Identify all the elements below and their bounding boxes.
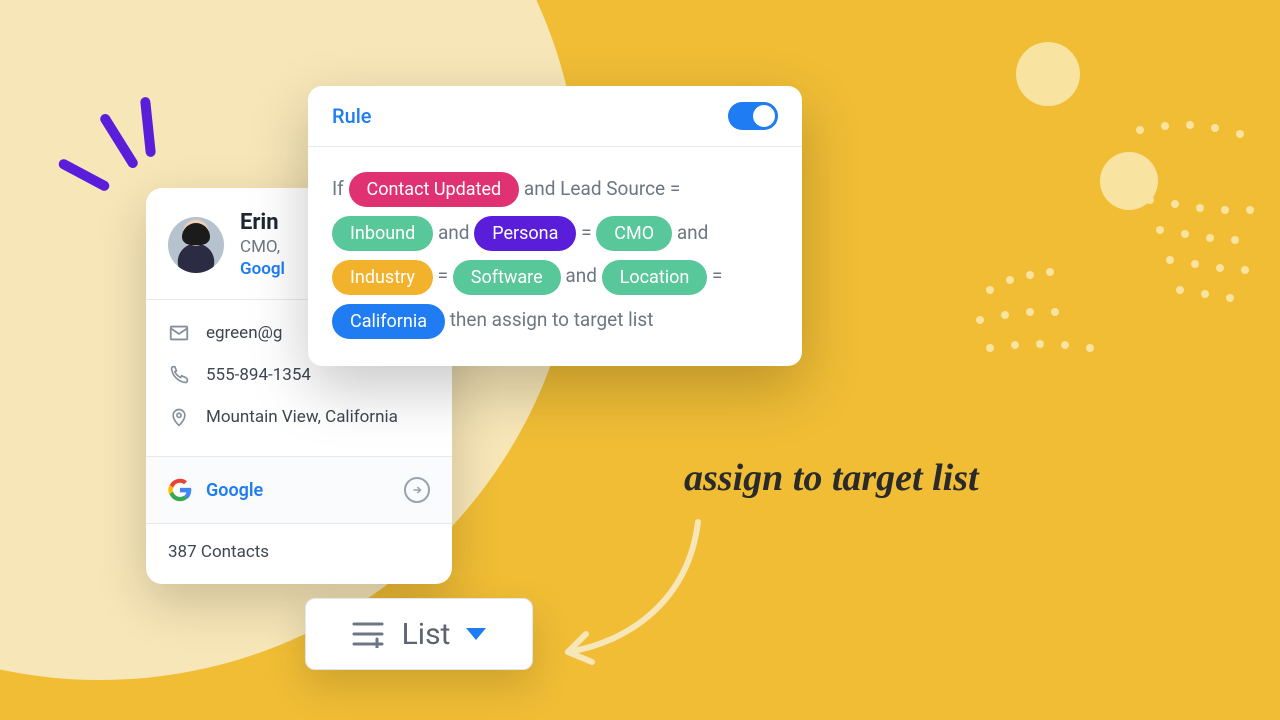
rule-token-if: If	[332, 177, 344, 200]
avatar	[168, 217, 224, 273]
rule-toggle[interactable]	[728, 102, 778, 130]
list-add-icon	[352, 620, 386, 648]
mail-icon	[168, 322, 190, 344]
contact-company-link[interactable]: Googl	[240, 259, 285, 279]
rule-token-eq: =	[670, 177, 680, 200]
rule-token-eq: =	[438, 264, 448, 287]
bg-dots	[950, 90, 1270, 390]
rule-title: Rule	[332, 104, 372, 128]
rule-token-and: and	[677, 221, 709, 244]
location-value: Mountain View, California	[206, 407, 398, 427]
hand-arrow-icon	[548, 512, 728, 682]
rule-token-eq: =	[712, 264, 722, 287]
chip-software[interactable]: Software	[453, 260, 561, 295]
chevron-down-icon	[466, 628, 486, 640]
phone-icon	[168, 364, 190, 386]
handwriting-label: assign to target list	[684, 456, 979, 500]
google-logo-icon	[168, 478, 192, 502]
chip-california[interactable]: California	[332, 304, 445, 339]
chip-inbound[interactable]: Inbound	[332, 216, 433, 251]
chip-contact-updated[interactable]: Contact Updated	[349, 172, 520, 207]
list-label: List	[402, 617, 451, 652]
stage: Erin CMO, Googl egreen@g 555-894-1354	[0, 0, 1280, 720]
company-row[interactable]: Google	[146, 457, 452, 524]
rule-token-and: and	[565, 264, 597, 287]
rule-body: If Contact Updated and Lead Source = Inb…	[308, 147, 802, 366]
rule-token-and: and	[438, 221, 470, 244]
chip-industry[interactable]: Industry	[332, 260, 433, 295]
chip-persona[interactable]: Persona	[474, 216, 576, 251]
company-name: Google	[206, 480, 263, 501]
rule-header: Rule	[308, 86, 802, 147]
rule-token-lead-source: Lead Source	[560, 177, 665, 200]
rule-token-eq: =	[581, 221, 591, 244]
location-row[interactable]: Mountain View, California	[168, 396, 430, 438]
email-value: egreen@g	[206, 323, 282, 343]
open-company-icon[interactable]	[404, 477, 430, 503]
chip-location[interactable]: Location	[602, 260, 708, 295]
contacts-count: 387 Contacts	[146, 524, 452, 584]
rule-panel: Rule If Contact Updated and Lead Source …	[308, 86, 802, 366]
chip-cmo[interactable]: CMO	[596, 216, 672, 251]
pin-icon	[168, 406, 190, 428]
contact-name: Erin	[240, 210, 285, 235]
list-dropdown[interactable]: List	[305, 598, 533, 670]
rule-token-then: then assign to target list	[450, 308, 654, 331]
phone-value: 555-894-1354	[206, 365, 311, 385]
rule-token-and: and	[524, 177, 556, 200]
contact-title: CMO,	[240, 237, 285, 257]
